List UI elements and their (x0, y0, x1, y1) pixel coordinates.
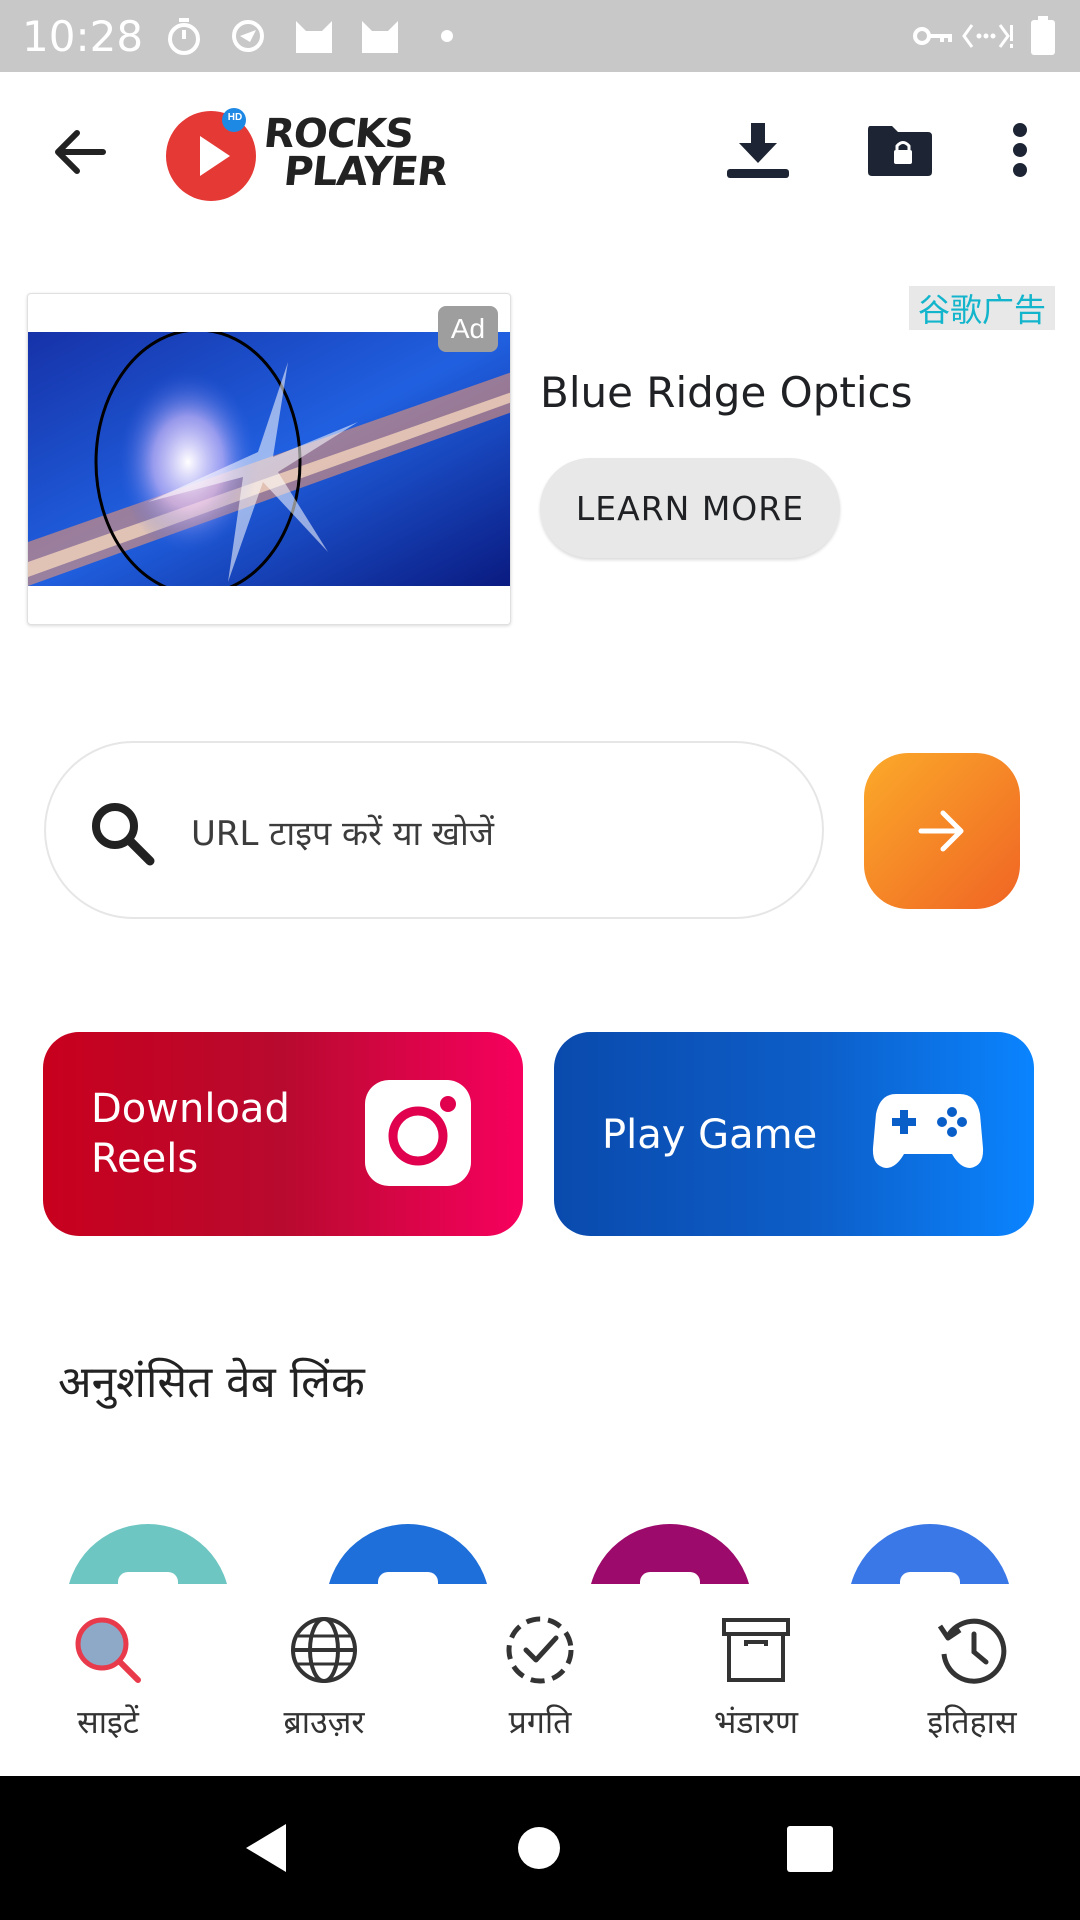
go-button[interactable] (864, 753, 1020, 909)
cat-icon (294, 0, 334, 72)
logo-hd-badge: HD (227, 112, 243, 123)
nav-label-storage: भंडारण (713, 1703, 799, 1741)
recommended-link-4[interactable] (848, 1524, 1012, 1584)
recommended-link-1[interactable] (66, 1524, 230, 1584)
wifi-off-icon (962, 0, 1014, 72)
battery-full-icon (1030, 0, 1056, 72)
recommended-link-3[interactable] (588, 1524, 752, 1584)
nav-label-progress: प्रगति (508, 1703, 572, 1741)
nav-item-browser[interactable]: ब्राउज़र (216, 1584, 432, 1776)
nav-item-history[interactable]: इतिहास (864, 1584, 1080, 1776)
search-icon (92, 803, 155, 866)
back-button[interactable] (40, 112, 120, 192)
status-bar: 10:28 (0, 0, 1080, 72)
play-game-label: Play Game (602, 1112, 818, 1158)
arrow-right-icon (918, 810, 964, 852)
logo-text-line2: PLAYER (281, 149, 450, 195)
bottom-nav: साइटें ब्राउज़र प्रगति भंडारण इतिहास (0, 1584, 1080, 1776)
app-logo: HD ROCKS PLAYER (164, 106, 464, 206)
recommended-links-row (0, 1520, 1080, 1584)
nav-label-browser: ब्राउज़र (283, 1703, 365, 1741)
nav-item-progress[interactable]: प्रगति (432, 1584, 648, 1776)
more-options-button[interactable] (990, 108, 1050, 192)
system-nav-bar (0, 1776, 1080, 1920)
download-reels-card[interactable]: Download Reels (43, 1032, 523, 1236)
play-logo-icon (166, 108, 256, 201)
search-placeholder: URL टाइप करें या खोजें (191, 814, 495, 854)
ad-badge: Ad (438, 306, 498, 352)
history-icon (937, 1618, 1007, 1684)
nav-item-storage[interactable]: भंडारण (648, 1584, 864, 1776)
search-icon (75, 1617, 141, 1683)
archive-box-icon (722, 1618, 790, 1682)
reels-label-line1: Download (91, 1086, 290, 1132)
locked-folder-button[interactable] (858, 108, 942, 192)
recommended-links-title: अनुशंसित वेब लिंक (58, 1357, 365, 1408)
ad-title[interactable]: Blue Ridge Optics (540, 368, 912, 417)
nav-label-history: इतिहास (927, 1703, 1017, 1741)
reels-label-line2: Reels (91, 1136, 199, 1182)
system-back-icon[interactable] (244, 1822, 288, 1874)
sync-icon (230, 0, 266, 72)
nav-item-sites[interactable]: साइटें (0, 1584, 216, 1776)
nav-label-sites: साइटें (77, 1703, 139, 1741)
ad-network-label[interactable]: 谷歌广告 (909, 286, 1055, 330)
app-bar: HD ROCKS PLAYER (0, 72, 1080, 240)
logo-text-line1: ROCKS (261, 111, 416, 157)
download-icon (727, 123, 789, 178)
globe-icon (291, 1617, 357, 1683)
cat-icon (360, 0, 400, 72)
instagram-icon (365, 1080, 471, 1186)
locked-folder-icon (868, 126, 932, 176)
search-input[interactable]: URL टाइप करें या खोजें (44, 741, 824, 919)
timer-icon (166, 0, 202, 72)
system-home-icon[interactable] (517, 1826, 561, 1870)
play-game-card[interactable]: Play Game (554, 1032, 1034, 1236)
vpn-key-icon (912, 0, 952, 72)
back-arrow-icon (55, 130, 106, 174)
system-recents-icon[interactable] (787, 1826, 833, 1872)
gamepad-icon (872, 1094, 984, 1168)
ad-card[interactable]: Ad (27, 293, 511, 625)
learn-more-button[interactable]: LEARN MORE (540, 458, 840, 558)
status-time: 10:28 (22, 12, 144, 61)
ad-image (28, 332, 510, 586)
progress-check-icon (506, 1616, 574, 1684)
more-vert-icon (1013, 123, 1027, 177)
recommended-link-2[interactable] (326, 1524, 490, 1584)
download-button[interactable] (716, 108, 800, 192)
screen: 10:28 HD ROCKS PLAYER Ad 谷歌广告 Blue Ridge… (0, 0, 1080, 1920)
dot-icon (440, 0, 454, 72)
